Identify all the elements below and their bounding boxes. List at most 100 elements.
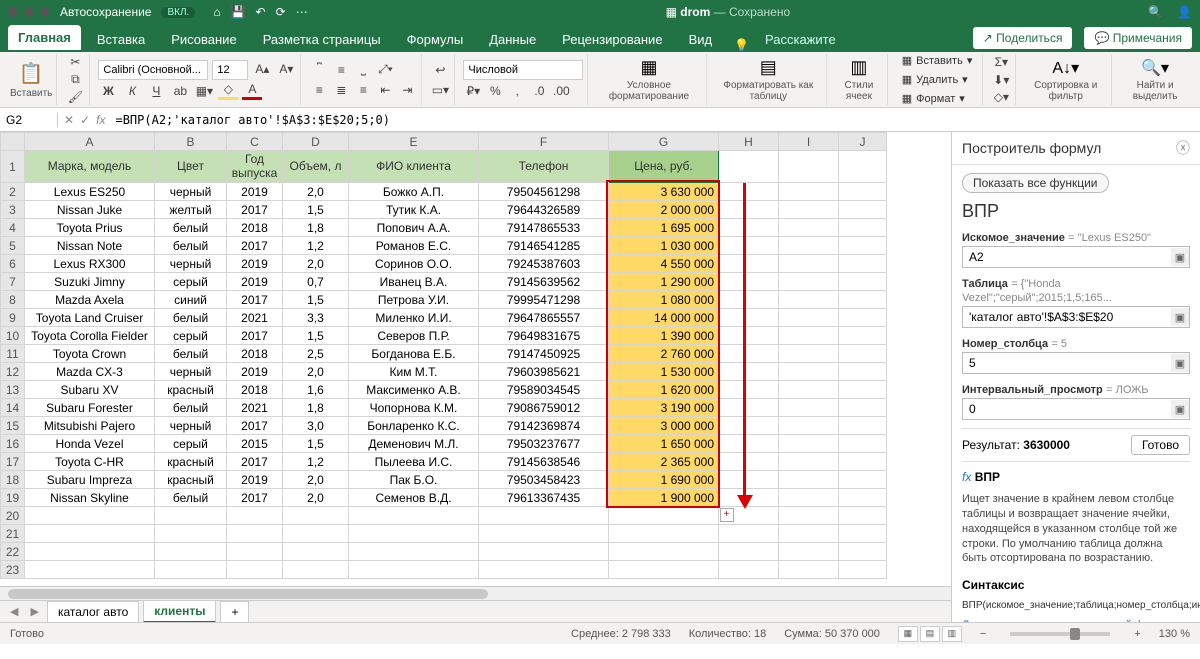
sheet-next-icon[interactable]: ▶ xyxy=(26,605,42,618)
ribbon: 📋 Вставить ✂ ⧉ 🖌 Calibri (Основной... 12… xyxy=(0,52,1200,108)
quick-access: ⌂ 💾 ↶ ⟳ ⋯ xyxy=(213,5,307,19)
find-icon[interactable]: 🔍▾ xyxy=(1141,58,1169,78)
paste-icon[interactable]: 📋 xyxy=(19,61,44,86)
traffic-lights[interactable] xyxy=(8,7,50,17)
range-picker-icon[interactable]: ▣ xyxy=(1171,400,1189,418)
percent-icon[interactable]: % xyxy=(485,82,505,100)
arg3-hint: = 5 xyxy=(1051,338,1067,350)
zoom-in-icon[interactable]: + xyxy=(1134,628,1140,640)
arg1-input[interactable]: ▣ xyxy=(962,246,1190,268)
account-icon[interactable]: 👤 xyxy=(1177,5,1192,19)
arg4-input[interactable]: ▣ xyxy=(962,398,1190,420)
cut-icon[interactable]: ✂ xyxy=(65,54,85,70)
horizontal-scrollbar[interactable] xyxy=(0,586,951,600)
format-painter-icon[interactable]: 🖌 xyxy=(65,89,85,105)
range-picker-icon[interactable]: ▣ xyxy=(1171,354,1189,372)
sheet-tab-catalog[interactable]: каталог авто xyxy=(47,601,139,622)
clear-icon[interactable]: ◇▾ xyxy=(991,89,1011,105)
tab-home[interactable]: Главная xyxy=(8,25,81,52)
comments-button[interactable]: 💬 Примечания xyxy=(1084,27,1192,49)
tab-draw[interactable]: Рисование xyxy=(161,27,246,52)
font-size[interactable]: 12 xyxy=(212,60,248,80)
sheet-add-button[interactable]: + xyxy=(220,601,249,622)
tab-view[interactable]: Вид xyxy=(679,27,723,52)
undo-icon[interactable]: ↶ xyxy=(256,5,266,19)
tab-review[interactable]: Рецензирование xyxy=(552,27,672,52)
dec-dec-icon[interactable]: .00 xyxy=(551,82,571,100)
tell-me[interactable]: Расскажите xyxy=(755,27,846,52)
cond-format-icon[interactable]: ▦ xyxy=(640,57,657,78)
align-top-icon[interactable]: ⎴ xyxy=(309,61,329,79)
formula-bar[interactable]: =ВПР(A2;'каталог авто'!$A$3:$E$20;5;0) xyxy=(111,113,1200,127)
align-bot-icon[interactable]: ⎵ xyxy=(353,61,373,79)
pane-close-icon[interactable]: ⓧ xyxy=(1176,138,1190,158)
bold-icon[interactable]: Ж xyxy=(98,82,118,100)
italic-icon[interactable]: К xyxy=(122,82,142,100)
cancel-formula-icon[interactable]: ✕ xyxy=(64,113,74,127)
range-picker-icon[interactable]: ▣ xyxy=(1171,308,1189,326)
currency-icon[interactable]: ₽▾ xyxy=(463,82,483,100)
strike-icon[interactable]: ab xyxy=(170,82,190,100)
show-all-functions-button[interactable]: Показать все функции xyxy=(962,173,1109,193)
spreadsheet-grid[interactable]: ABCDEFGHIJ1Марка, модельЦветГодвыпускаОб… xyxy=(0,132,887,579)
fill-color-icon[interactable]: ◇ xyxy=(218,82,238,100)
home-icon[interactable]: ⌂ xyxy=(213,5,220,19)
view-break-icon[interactable]: ▥ xyxy=(942,626,962,642)
cell-styles-icon[interactable]: ▥ xyxy=(850,57,867,78)
borders-icon[interactable]: ▦▾ xyxy=(194,82,214,100)
format-cells-button[interactable]: ▦ Формат ▾ xyxy=(896,90,979,107)
table-format-label: Форматировать как таблицу xyxy=(715,80,823,102)
fx-icon[interactable]: fx xyxy=(96,113,105,127)
fill-down-icon[interactable]: ⬇▾ xyxy=(991,72,1011,88)
tab-data[interactable]: Данные xyxy=(479,27,546,52)
autosum-icon[interactable]: Σ▾ xyxy=(991,54,1011,70)
underline-icon[interactable]: Ч xyxy=(146,82,166,100)
indent-inc-icon[interactable]: ⇥ xyxy=(397,81,417,99)
align-center-icon[interactable]: ≣ xyxy=(331,81,351,99)
view-layout-icon[interactable]: ▤ xyxy=(920,626,940,642)
inc-dec-icon[interactable]: .0 xyxy=(529,82,549,100)
wrap-icon[interactable]: ↩ xyxy=(430,61,450,79)
tab-insert[interactable]: Вставка xyxy=(87,27,155,52)
indent-dec-icon[interactable]: ⇤ xyxy=(375,81,395,99)
arg3-input[interactable]: ▣ xyxy=(962,352,1190,374)
copy-icon[interactable]: ⧉ xyxy=(65,72,85,88)
decrease-font-icon[interactable]: A▾ xyxy=(276,60,296,78)
align-mid-icon[interactable]: ≡ xyxy=(331,61,351,79)
font-selector[interactable]: Calibri (Основной... xyxy=(98,60,208,80)
fill-handle[interactable]: + xyxy=(720,508,734,522)
sort-filter-icon[interactable]: A↓▾ xyxy=(1052,58,1079,78)
zoom-slider[interactable] xyxy=(1010,632,1110,636)
autosave-toggle[interactable]: ВКЛ. xyxy=(161,7,195,18)
view-buttons[interactable]: ▦ ▤ ▥ xyxy=(898,626,962,642)
insert-cells-button[interactable]: ▦ Вставить ▾ xyxy=(896,52,979,69)
tab-formulas[interactable]: Формулы xyxy=(397,27,474,52)
number-format[interactable]: Числовой xyxy=(463,60,583,80)
tab-layout[interactable]: Разметка страницы xyxy=(253,27,391,52)
redo-icon[interactable]: ⟳ xyxy=(276,5,286,19)
orientation-icon[interactable]: ⤢▾ xyxy=(375,61,395,79)
comma-icon[interactable]: , xyxy=(507,82,527,100)
save-icon[interactable]: 💾 xyxy=(231,5,246,19)
name-box[interactable]: G2 xyxy=(0,113,58,127)
range-picker-icon[interactable]: ▣ xyxy=(1171,248,1189,266)
sheet-tab-clients[interactable]: клиенты xyxy=(143,600,216,622)
help-link[interactable]: Дополнительная справка по этой функции xyxy=(962,619,1190,622)
font-color-icon[interactable]: A xyxy=(242,82,262,100)
align-left-icon[interactable]: ≡ xyxy=(309,81,329,99)
syntax-title: Синтаксис xyxy=(962,578,1190,592)
search-icon[interactable]: 🔍 xyxy=(1148,5,1163,19)
delete-cells-button[interactable]: ▦ Удалить ▾ xyxy=(896,71,979,88)
table-format-icon[interactable]: ▤ xyxy=(760,57,777,78)
share-button[interactable]: ↗ Поделиться xyxy=(973,27,1073,49)
sheet-prev-icon[interactable]: ◀ xyxy=(6,605,22,618)
done-button[interactable]: Готово xyxy=(1131,435,1190,455)
view-normal-icon[interactable]: ▦ xyxy=(898,626,918,642)
align-right-icon[interactable]: ≡ xyxy=(353,81,373,99)
zoom-out-icon[interactable]: − xyxy=(980,628,986,640)
accept-formula-icon[interactable]: ✓ xyxy=(80,113,90,127)
more-icon[interactable]: ⋯ xyxy=(296,5,308,19)
merge-icon[interactable]: ▭▾ xyxy=(430,81,450,99)
arg2-input[interactable]: ▣ xyxy=(962,306,1190,328)
increase-font-icon[interactable]: A▴ xyxy=(252,60,272,78)
